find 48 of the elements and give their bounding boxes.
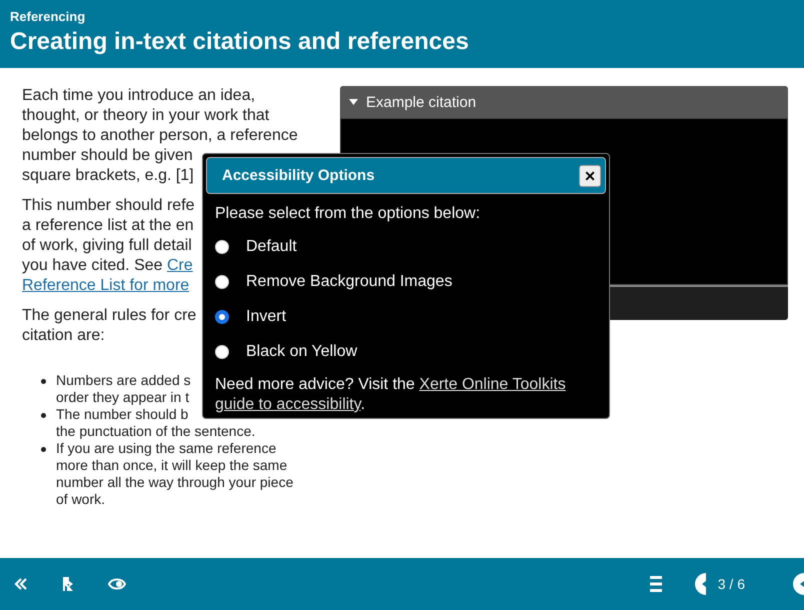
paragraph-line: The general rules for cre (22, 306, 196, 326)
panel-header[interactable]: Example citation (340, 86, 788, 118)
paragraph-line: citation are: (22, 326, 105, 346)
paragraph-line: Each time you introduce an idea, (22, 86, 256, 106)
option-label[interactable]: Default (246, 238, 297, 256)
close-button[interactable]: × (579, 164, 601, 186)
bullet-line: order they appear in t (56, 389, 190, 406)
paragraph-line: number should be given (22, 146, 193, 166)
next-icon[interactable] (793, 573, 804, 595)
bullet-line: The number should b (56, 406, 188, 423)
radio-button[interactable] (215, 274, 229, 288)
eye-icon[interactable] (108, 576, 126, 592)
bullet-line: of work. (56, 491, 106, 508)
bullet-dot (41, 447, 46, 452)
paragraph-line: square brackets, e.g. [1] (22, 166, 194, 186)
option-label[interactable]: Black on Yellow (246, 342, 358, 360)
radio-button[interactable] (215, 344, 229, 358)
option-label[interactable]: Invert (246, 308, 286, 326)
advice-text: Need more advice? Visit the Xerte Online Toolkits guide to accessibility. (215, 375, 567, 415)
section-title: Referencing (10, 9, 86, 24)
dialog-title: Accessibility Options (222, 167, 375, 184)
bullet-line: number all the way through your piece (56, 474, 294, 491)
paragraph-line: you have cited. See Cre (22, 256, 193, 276)
paragraph-line: thought, or theory in your work that (22, 106, 270, 126)
previous-icon[interactable] (694, 573, 706, 595)
option-label[interactable]: Remove Background Images (246, 272, 452, 290)
bullet-dot (41, 379, 46, 384)
dialog-prompt: Please select from the options below: (215, 204, 482, 224)
paragraph-line: belongs to another person, a reference (22, 126, 298, 146)
bullet-line: more than once, it will keep the same (56, 457, 288, 474)
radio-button[interactable] (215, 310, 229, 324)
text-link[interactable]: Xerte Online Toolkits (419, 376, 566, 393)
text-link[interactable]: Reference List for more (22, 277, 190, 294)
bullet-line: the punctuation of the sentence. (56, 423, 256, 440)
paragraph-line: a reference list at the en (22, 216, 194, 236)
bullet-line: If you are using the same reference (56, 440, 276, 457)
menu-icon[interactable] (650, 576, 662, 592)
paragraph-line: of work, giving full detail (22, 236, 192, 256)
bullet-dot (41, 413, 46, 418)
paragraph-line: This number should refe (22, 196, 195, 216)
text-link[interactable]: guide to accessibility (215, 396, 361, 413)
caret-icon (349, 99, 358, 105)
page-counter: 3 / 6 (718, 576, 745, 592)
page-title: Creating in-text citations and references (10, 28, 470, 56)
text-link[interactable]: Cre (166, 257, 193, 274)
radio-button[interactable] (215, 240, 229, 254)
bullet-line: Numbers are added s (56, 372, 191, 389)
first-page-icon[interactable] (14, 577, 28, 591)
